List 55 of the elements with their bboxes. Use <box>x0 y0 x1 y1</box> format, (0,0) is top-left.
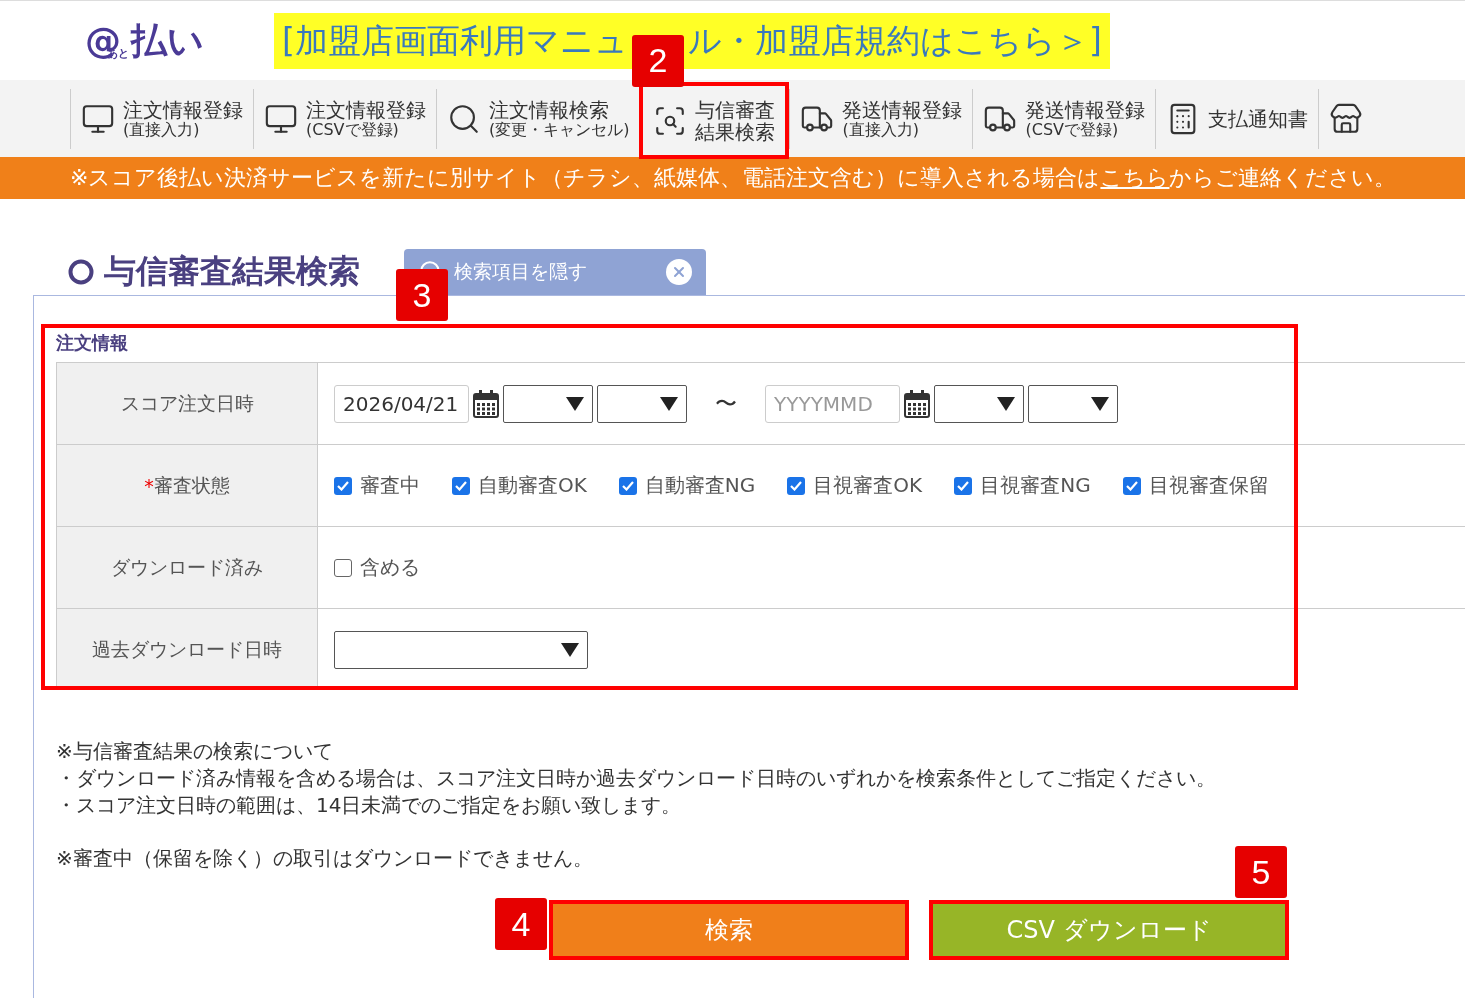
checkbox-option[interactable]: 含める <box>334 554 420 581</box>
step-badge: 4 <box>495 898 547 950</box>
checkbox[interactable] <box>452 476 470 495</box>
checkbox[interactable] <box>787 476 806 495</box>
nav-item[interactable]: 発送情報登録 (CSVで登録) <box>972 88 1156 149</box>
note-text: ※審査中（保留を除く）の取引はダウンロードできません。 <box>56 845 594 872</box>
nav-item[interactable]: 注文情報登録 (CSVで登録) <box>253 88 436 149</box>
minute-select[interactable] <box>597 384 687 423</box>
field-label: *審査状態 <box>56 445 318 526</box>
manual-link[interactable]: ル・加盟店規約はこちら＞] <box>687 12 1102 69</box>
page-title: 与信審査結果検索 <box>104 251 360 292</box>
checkbox[interactable] <box>1122 476 1141 495</box>
minute-select[interactable] <box>1028 384 1118 423</box>
date-select[interactable] <box>334 630 588 669</box>
checkbox-option[interactable]: 自動審査OK <box>452 472 587 499</box>
nav-item[interactable]: 支払通知書 <box>1155 88 1319 149</box>
store-icon <box>1329 101 1364 136</box>
date-field[interactable]: 2026/04/21 <box>334 384 469 423</box>
nav-item[interactable]: 発送情報登録 (直接入力) <box>789 88 973 149</box>
nav-item[interactable]: 注文情報登録 (直接入力) <box>70 88 253 149</box>
calendar-icon <box>473 389 499 418</box>
hour-select[interactable] <box>934 384 1024 423</box>
dropdown-caret-icon <box>561 642 579 657</box>
hour-select[interactable] <box>503 384 593 423</box>
checkbox-option[interactable]: 目視審査NG <box>954 472 1091 499</box>
field-label: スコア注文日時 <box>56 363 318 444</box>
checkbox[interactable] <box>954 476 973 495</box>
note-text: ・スコア注文日時の範囲は、14日未満でのご指定をお願い致します。 <box>56 792 683 819</box>
note-text: ※与信審査結果の検索について <box>56 738 334 765</box>
checkbox-option[interactable]: 目視審査OK <box>787 472 923 499</box>
checkbox[interactable] <box>334 558 352 577</box>
circle-icon <box>68 259 94 285</box>
close-icon <box>666 259 692 285</box>
dropdown-caret-icon <box>660 396 678 411</box>
date-field[interactable]: YYYYMMD <box>765 384 900 423</box>
range-separator: 〜 <box>715 389 737 418</box>
calendar-icon <box>904 389 930 418</box>
nav-item[interactable]: 注文情報検索 (変更・キャンセル) <box>436 88 640 149</box>
field-label: ダウンロード済み <box>56 527 318 608</box>
dropdown-caret-icon <box>997 396 1015 411</box>
step-badge: 2 <box>631 34 684 87</box>
checkbox-option[interactable]: 目視審査保留 <box>1122 472 1269 499</box>
notice-text: ※スコア後払い決済サービスを新たに別サイト（チラシ、紙媒体、電話注文含む）に導入される場合は <box>70 164 1101 192</box>
section-title: 注文情報 <box>56 331 129 355</box>
notice-text: からご連絡ください。 <box>1169 164 1397 192</box>
step-badge: 3 <box>396 269 448 321</box>
checkbox-option[interactable]: 審査中 <box>334 472 420 499</box>
checkbox-option[interactable]: 自動審査NG <box>618 472 756 499</box>
note-text: ・ダウンロード済み情報を含める場合は、スコア注文日時か過去ダウンロード日時のいずれかを検索条件としてご指定ください。 <box>56 765 1217 792</box>
manual-link[interactable]: [加盟店画面利用マニュ <box>282 12 628 69</box>
dropdown-caret-icon <box>566 396 584 411</box>
checkbox[interactable] <box>334 476 352 495</box>
checkbox[interactable] <box>618 476 637 495</box>
dropdown-caret-icon <box>1091 396 1109 411</box>
step-badge: 5 <box>1235 846 1287 898</box>
